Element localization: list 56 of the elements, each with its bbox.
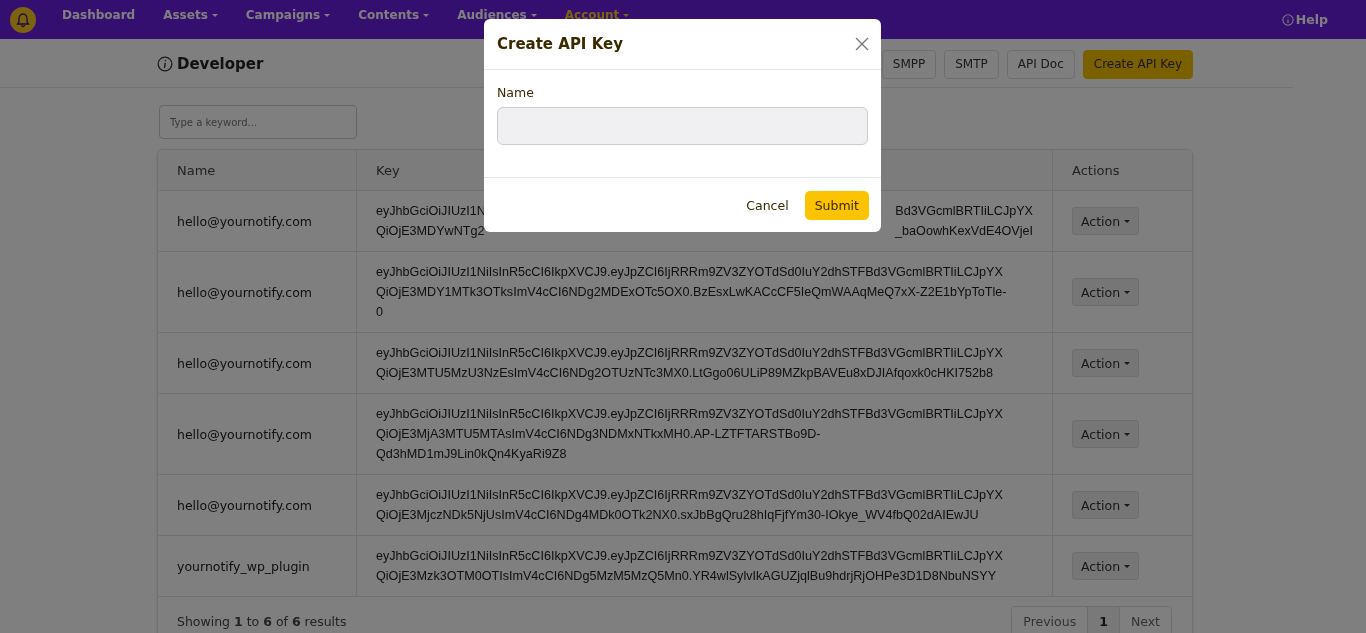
key-text: eyJhbGciOiJIUzI1NiIsInR5cCI6IkpXVCJ9.eyJpZCI6IjRRRm9ZV3ZYOTdSd0IuY2dhSTFBd3VGcmlBRTIiLCJpYX: [376, 548, 1003, 565]
results-summary: Showing 1 to 6 of 6 results: [177, 613, 347, 629]
search-field[interactable]: Type a keyword...: [159, 105, 357, 139]
nav-link[interactable]: Assets: [149, 8, 232, 22]
info-icon: [1281, 13, 1294, 26]
key-text: QiOjE3MDY1MTk3OTksImV4cCI6NDg2MDExOTc5OX0.BzEsxLwKACcCF5IeQmWAAqMeQ7xX-Z2E1bYpToTle-: [376, 284, 1007, 301]
key-text: QiOjE3MjA3MTU5MTAsImV4cCI6NDg3NDMxNTkxMH0.AP-LZTFTARSTBo9D-: [376, 426, 821, 443]
table-cell-text: hello@yournotify.com: [177, 355, 313, 371]
nav-link[interactable]: Account: [550, 8, 644, 22]
key-text: Qd3hMD1mJ9Lin0kQn4KyaRi9Z8: [376, 446, 567, 463]
key-text: QiOjE3Mzk3OTM0OTIsImV4cCI6NDg5MzM5MzQ5Mn0.YR4wlSylvIkAGUZjqlBu9hdrjRjOHPe3D1D8NbuNSYY: [376, 568, 997, 585]
action-dropdown-button[interactable]: Action: [1072, 278, 1140, 306]
nav-link[interactable]: Contents: [344, 8, 444, 22]
key-text: QiOjE3MDYwNTg2: [376, 223, 485, 240]
table-cell-text: hello@yournotify.com: [177, 284, 313, 300]
help-link[interactable]: Help: [1281, 12, 1328, 27]
table-cell-text: yournotify_wp_plugin: [177, 558, 311, 574]
key-text: eyJhbGciOiJIUzI1NiIsInR5cCI6IkpXVCJ9.eyJpZCI6IjRRRm9ZV3ZYOTdSd0IuY2dhSTFBd3VGcmlBRTIiLCJpYX: [376, 264, 1003, 281]
key-text: eyJhbGciOiJIUzI1NiIsInR5cCI6IkpXVCJ9.eyJpZCI6IjRRRm9ZV3ZYOTdSd0IuY2dhSTFBd3VGcmlBRTIiLCJpYX: [376, 487, 1003, 504]
action-dropdown-button[interactable]: Action: [1072, 349, 1140, 377]
submit-button[interactable]: Submit: [804, 190, 869, 220]
close-icon[interactable]: [855, 37, 869, 51]
key-text: eyJhbGciOiJIUzI1NiIsInR5cCI6IkpXVCJ9.eyJpZCI6IjRRRm9ZV3ZYOTdSd0IuY2dhSTFBd3VGcmlBRTIiLCJpYX: [376, 345, 1003, 362]
action-dropdown-button[interactable]: Action: [1072, 207, 1140, 235]
toolbar-button[interactable]: Create API Key: [1082, 49, 1193, 79]
info-icon: [157, 56, 173, 72]
nav-link[interactable]: Campaigns: [231, 8, 345, 22]
name-input-field[interactable]: [497, 107, 868, 145]
action-dropdown-button[interactable]: Action: [1072, 420, 1140, 448]
toolbar-button[interactable]: SMTP: [944, 49, 999, 79]
toolbar-button[interactable]: API Doc: [1006, 49, 1075, 79]
cancel-button[interactable]: Cancel: [738, 190, 797, 220]
key-text: eyJhbGciOiJIUzI1N: [376, 203, 486, 220]
action-dropdown-button[interactable]: Action: [1072, 552, 1140, 580]
key-text: eyJhbGciOiJIUzI1NiIsInR5cCI6IkpXVCJ9.eyJpZCI6IjRRRm9ZV3ZYOTdSd0IuY2dhSTFBd3VGcmlBRTIiLCJpYX: [376, 406, 1003, 423]
table-cell-text: hello@yournotify.com: [177, 497, 313, 513]
table-cell-text: hello@yournotify.com: [177, 213, 313, 229]
toolbar-button[interactable]: SMPP: [881, 49, 937, 79]
column-header: Key: [376, 162, 401, 178]
key-text: Bd3VGcmlBRTIiLCJpYX: [895, 203, 1033, 220]
column-header: Name: [177, 162, 217, 178]
key-text: _baOowhKexVdE4OVjeI: [895, 223, 1033, 240]
key-text: QiOjE3MjczNDk5NjUsImV4cCI6NDg4MDk0OTk2NX0.sxJbBgQru28hIqFjfYm30-IOkye_WV4fbQ02dAIEwJU: [376, 507, 979, 524]
key-text: QiOjE3MTU5MzU3NzEsImV4cCI6NDg2OTUzNTc3MX0.LtGgo06ULiP89MZkpBAVEu8xDJIAfqoxk0cHKI752b8: [376, 365, 994, 382]
nav-link[interactable]: Audiences: [443, 8, 551, 22]
dialog-title: Create API Key: [497, 35, 623, 53]
bell-logo-icon: [10, 6, 36, 33]
column-header: Actions: [1072, 162, 1121, 178]
nav-link[interactable]: Dashboard: [48, 8, 150, 22]
field-label: Name: [497, 85, 535, 100]
page-title: Developer: [177, 55, 264, 73]
pagination-button[interactable]: 1: [1087, 607, 1119, 633]
pagination-button[interactable]: Next: [1118, 607, 1171, 633]
table-cell-text: hello@yournotify.com: [177, 426, 313, 442]
key-text: 0: [376, 304, 383, 321]
action-dropdown-button[interactable]: Action: [1072, 491, 1140, 519]
